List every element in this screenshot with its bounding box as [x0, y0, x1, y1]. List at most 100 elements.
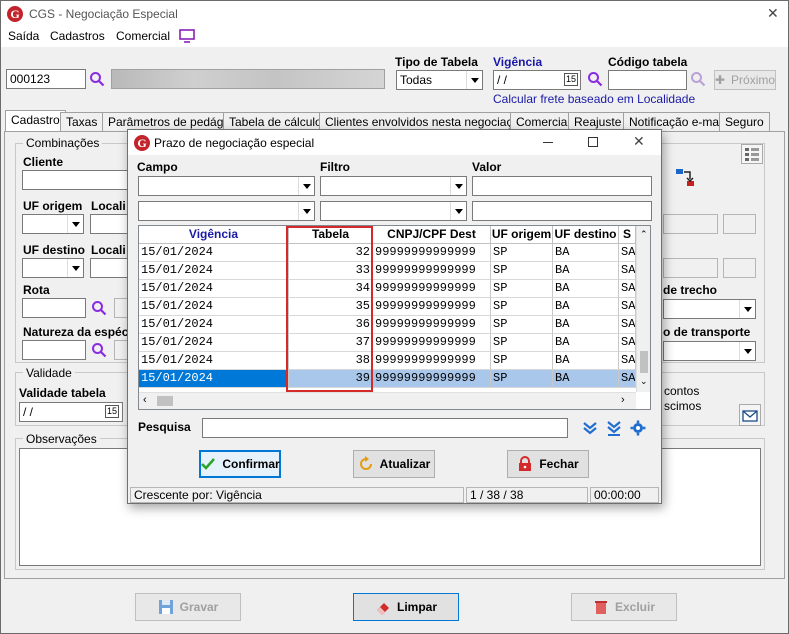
menu-comercial[interactable]: Comercial	[116, 29, 170, 43]
search-icon[interactable]	[587, 71, 603, 87]
scroll-right-icon[interactable]: ›	[621, 394, 625, 406]
fechar-button[interactable]: Fechar	[507, 450, 589, 478]
natureza-input[interactable]	[22, 340, 86, 360]
scroll-down-icon[interactable]: ⌄	[640, 376, 648, 387]
negotiation-code-input[interactable]: 000123	[6, 69, 86, 89]
vertical-scrollbar[interactable]: ⌃ ⌄	[636, 226, 650, 392]
uf-origem-select[interactable]	[22, 214, 84, 234]
app-logo-icon: G	[134, 135, 150, 151]
table-cell: 99999999999999	[373, 370, 491, 388]
results-grid[interactable]: Vigência Tabela CNPJ/CPF Dest UF origem …	[138, 225, 651, 410]
localidade-destino-input[interactable]	[90, 258, 132, 278]
dialog-title: Prazo de negociação especial	[154, 136, 315, 150]
scimos-label: scimos	[664, 399, 702, 413]
double-chevron-down-icon[interactable]	[582, 420, 598, 436]
table-row[interactable]: 15/01/2024 34 99999999999999 SP BA SA	[139, 280, 636, 298]
trash-icon	[594, 601, 607, 614]
cliente-input[interactable]	[22, 170, 132, 190]
rota-input[interactable]	[22, 298, 86, 318]
col-header-s[interactable]: S	[619, 226, 636, 244]
filtro-select-1[interactable]	[320, 176, 467, 196]
excluir-button[interactable]: Excluir	[571, 593, 677, 621]
window-title: CGS - Negociação Especial	[29, 7, 178, 21]
proximo-button[interactable]: ✚ Próximo	[714, 70, 776, 90]
codigo-tabela-input[interactable]	[608, 70, 687, 90]
pesquisa-input[interactable]	[202, 418, 568, 438]
table-row[interactable]: 15/01/2024 37 99999999999999 SP BA SA	[139, 334, 636, 352]
table-cell: SA	[619, 316, 636, 334]
table-row[interactable]: 15/01/2024 35 99999999999999 SP BA SA	[139, 298, 636, 316]
calendar-icon[interactable]: 15	[105, 405, 119, 418]
limpar-button[interactable]: Limpar	[353, 593, 459, 621]
scroll-thumb[interactable]	[640, 351, 648, 373]
calc-note: Calcular frete baseado em Localidade	[493, 92, 696, 106]
menu-saida[interactable]: Saída	[8, 29, 39, 43]
tab-seguro[interactable]: Seguro	[719, 112, 770, 131]
valor-input-2[interactable]	[472, 201, 652, 221]
email-icon[interactable]	[739, 404, 761, 426]
table-cell: SA	[619, 244, 636, 262]
window-close-icon[interactable]: ✕	[767, 5, 779, 22]
campo-label: Campo	[137, 160, 178, 174]
confirmar-button[interactable]: Confirmar	[199, 450, 281, 478]
table-cell: BA	[553, 280, 619, 298]
table-row[interactable]: 15/01/2024 32 99999999999999 SP BA SA	[139, 244, 636, 262]
codigo-tabela-label: Código tabela	[608, 55, 688, 69]
search-icon[interactable]	[91, 342, 107, 358]
gear-icon[interactable]	[630, 420, 646, 436]
table-cell: 15/01/2024	[139, 334, 289, 352]
tab-taxas[interactable]: Taxas	[60, 112, 104, 131]
minimize-icon[interactable]	[543, 142, 553, 143]
uf-destino-select[interactable]	[22, 258, 84, 278]
search-icon[interactable]	[89, 71, 105, 87]
transporte-select[interactable]	[663, 341, 756, 361]
col-header-uf-origem[interactable]: UF origem	[491, 226, 553, 244]
hscroll-thumb[interactable]	[157, 396, 173, 406]
dialog-close-icon[interactable]: ✕	[633, 133, 645, 150]
uf-origem-label: UF origem	[23, 199, 83, 213]
scroll-to-end-icon[interactable]	[606, 420, 622, 436]
table-cell: SP	[491, 244, 553, 262]
table-cell: BA	[553, 370, 619, 388]
col-header-tabela[interactable]: Tabela	[289, 226, 373, 244]
scroll-left-icon[interactable]: ‹	[143, 394, 147, 406]
table-row[interactable]: 15/01/2024 33 99999999999999 SP BA SA	[139, 262, 636, 280]
col-header-uf-destino[interactable]: UF destino	[553, 226, 619, 244]
scroll-up-icon[interactable]: ⌃	[640, 229, 648, 240]
table-cell: BA	[553, 352, 619, 370]
maximize-icon[interactable]	[588, 137, 598, 147]
uf-destino-label: UF destino	[23, 243, 85, 257]
table-cell: 33	[289, 262, 373, 280]
table-row[interactable]: 15/01/2024 39 99999999999999 SP BA SA	[139, 370, 636, 388]
valor-input-1[interactable]	[472, 176, 652, 196]
table-cell: 99999999999999	[373, 244, 491, 262]
col-header-vigencia[interactable]: Vigência	[139, 226, 289, 244]
campo-select-1[interactable]	[138, 176, 315, 196]
tipo-tabela-select[interactable]: Todas	[396, 70, 483, 90]
table-row[interactable]: 15/01/2024 38 99999999999999 SP BA SA	[139, 352, 636, 370]
horizontal-scrollbar[interactable]: ‹ ›	[139, 392, 636, 409]
filtro-select-2[interactable]	[320, 201, 467, 221]
grid-settings-icon[interactable]	[741, 144, 763, 164]
transfer-icon[interactable]	[674, 167, 696, 189]
table-row[interactable]: 15/01/2024 36 99999999999999 SP BA SA	[139, 316, 636, 334]
localidade-origem-input[interactable]	[90, 214, 132, 234]
chevron-down-icon	[298, 177, 314, 195]
col-header-cnpj[interactable]: CNPJ/CPF Dest	[373, 226, 491, 244]
search-icon[interactable]	[91, 300, 107, 316]
monitor-icon[interactable]	[179, 29, 195, 43]
table-cell: 34	[289, 280, 373, 298]
table-cell: SP	[491, 262, 553, 280]
calendar-icon[interactable]: 15	[564, 73, 578, 86]
campo-select-2[interactable]	[138, 201, 315, 221]
search-icon[interactable]	[690, 71, 706, 87]
gravar-button[interactable]: Gravar	[135, 593, 241, 621]
table-cell: 39	[289, 370, 373, 388]
tab-cadastro[interactable]: Cadastro	[5, 110, 66, 131]
right-field-2	[723, 214, 756, 234]
tipo-tabela-label: Tipo de Tabela	[395, 55, 478, 69]
menu-cadastros[interactable]: Cadastros	[50, 29, 105, 43]
trecho-select[interactable]	[663, 299, 756, 319]
dialog-title-bar: G Prazo de negociação especial ✕	[128, 130, 661, 155]
atualizar-button[interactable]: Atualizar	[353, 450, 435, 478]
